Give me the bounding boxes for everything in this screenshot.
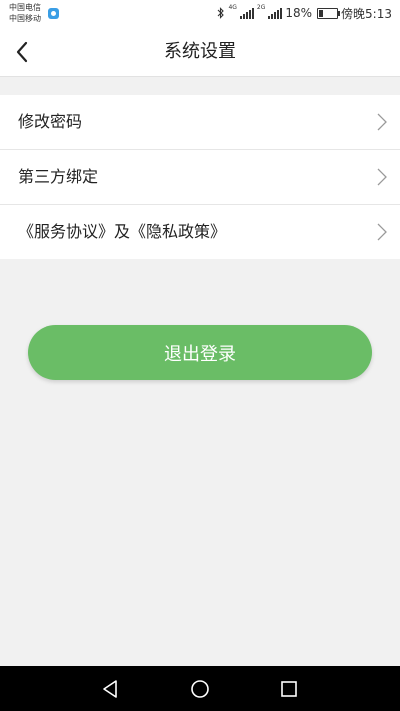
menu-item-label: 《服务协议》及《隐私政策》 — [18, 222, 227, 241]
logout-button[interactable]: 退出登录 — [28, 325, 372, 380]
carrier-app-icon — [48, 8, 59, 19]
header: 系统设置 — [0, 28, 400, 77]
back-triangle-icon — [103, 680, 117, 698]
navigation-bar — [0, 666, 400, 711]
back-button[interactable] — [6, 36, 38, 68]
screen: 中国电信 中国移动 4G 2G 18% 傍晚5:13 系统设置 修改密码 第三方… — [0, 0, 400, 711]
menu-item-label: 第三方绑定 — [18, 167, 99, 186]
home-circle-icon — [191, 680, 209, 698]
recents-square-icon — [281, 681, 297, 697]
nav-back-button[interactable] — [98, 676, 124, 702]
signal-icon — [268, 7, 283, 19]
bluetooth-icon — [218, 7, 225, 19]
status-bar: 中国电信 中国移动 4G 2G 18% 傍晚5:13 — [0, 0, 400, 28]
battery-icon — [317, 7, 341, 19]
chevron-right-icon — [377, 168, 387, 186]
carrier-info: 中国电信 中国移动 — [9, 2, 41, 24]
page-title: 系统设置 — [164, 41, 236, 62]
clock: 傍晚5:13 — [341, 6, 392, 21]
network-type-1: 4G — [228, 4, 237, 11]
nav-recents-button[interactable] — [276, 676, 302, 702]
menu-item-change-password[interactable]: 修改密码 — [0, 95, 400, 150]
signal-icon — [239, 7, 254, 19]
chevron-left-icon — [16, 41, 28, 63]
battery-percent: 18% — [285, 6, 313, 20]
menu-item-third-party-binding[interactable]: 第三方绑定 — [0, 150, 400, 205]
status-indicators: 4G 2G 18% 傍晚5:13 — [217, 4, 392, 22]
network-type-2: 2G — [256, 4, 266, 11]
chevron-right-icon — [377, 113, 387, 131]
settings-menu: 修改密码 第三方绑定 《服务协议》及《隐私政策》 — [0, 95, 400, 259]
menu-item-label: 修改密码 — [18, 112, 83, 131]
nav-home-button[interactable] — [187, 676, 213, 702]
chevron-right-icon — [377, 223, 387, 241]
carrier-2: 中国移动 — [9, 14, 41, 23]
menu-item-agreement-privacy[interactable]: 《服务协议》及《隐私政策》 — [0, 205, 400, 259]
carrier-1: 中国电信 — [9, 3, 41, 12]
